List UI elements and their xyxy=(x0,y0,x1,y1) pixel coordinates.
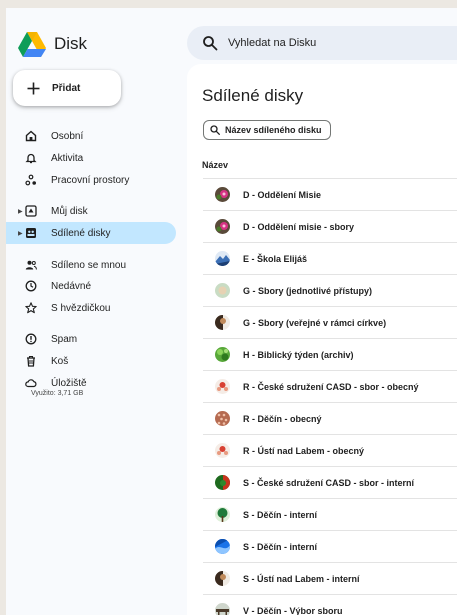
drive-name: R - Ústí nad Labem - obecný xyxy=(243,445,365,456)
table-row[interactable]: R - Ústí nad Labem - obecný xyxy=(203,434,457,466)
search-input[interactable] xyxy=(228,37,448,49)
drive-avatar-icon xyxy=(215,187,230,202)
table-row[interactable]: R - České sdružení CASD - sbor - obecný xyxy=(203,370,457,402)
sidebar-item-osobni[interactable]: Osobní xyxy=(6,125,176,147)
sidebar-item-label: S hvězdičkou xyxy=(51,302,111,314)
table-row[interactable]: E - Škola Elijáš xyxy=(203,242,457,274)
shared-drive-name-filter[interactable]: Název sdíleného disku xyxy=(203,120,331,140)
drive-name: D - Oddělení Misie xyxy=(243,189,322,200)
sidebar-item-label: Osobní xyxy=(51,130,84,142)
drive-avatar-icon xyxy=(215,251,230,266)
drive-avatar-icon xyxy=(215,507,230,522)
drive-name: S - Děčín - interní xyxy=(243,541,318,552)
trash-icon xyxy=(25,355,37,367)
drive-logo-icon xyxy=(18,31,46,57)
sidebar-item-sdileno-se-mnou[interactable]: Sdíleno se mnou xyxy=(6,254,176,276)
drive-name: S - Děčín - interní xyxy=(243,509,318,520)
shared-drive-list: D - Oddělení Misie D - Oddělení misie - … xyxy=(203,178,457,615)
sidebar-item-label: Koš xyxy=(51,355,69,367)
table-row[interactable]: S - Ústí nad Labem - interní xyxy=(203,562,457,594)
table-row[interactable]: D - Oddělení Misie xyxy=(203,178,457,210)
drive-avatar-icon xyxy=(215,443,230,458)
app-name: Disk xyxy=(54,34,88,53)
drive-name: R - České sdružení CASD - sbor - obecný xyxy=(243,381,419,392)
drive-avatar-icon xyxy=(215,315,230,330)
drive-name: E - Škola Elijáš xyxy=(243,253,308,264)
drive-avatar-icon xyxy=(215,411,230,426)
drive-name: G - Sbory (jednotlivé přístupy) xyxy=(243,285,373,296)
sidebar-item-aktivita[interactable]: Aktivita xyxy=(6,147,176,169)
drive-avatar-icon xyxy=(215,539,230,554)
drive-avatar-icon xyxy=(215,379,230,394)
clock-icon xyxy=(25,280,37,292)
shared-drives-icon xyxy=(25,227,37,239)
drive-avatar-icon xyxy=(215,219,230,234)
drive-avatar-icon xyxy=(215,283,230,298)
drive-name: R - Děčín - obecný xyxy=(243,413,322,424)
drive-app: Disk Přidat Osobní Aktivita Pracovní pro… xyxy=(6,8,457,615)
my-drive-icon xyxy=(25,205,37,217)
search-icon[interactable] xyxy=(202,35,218,51)
column-header-name[interactable]: Název xyxy=(202,160,228,170)
sidebar-item-s-hvezdickou[interactable]: S hvězdičkou xyxy=(6,297,176,319)
table-row[interactable]: H - Biblický týden (archiv) xyxy=(203,338,457,370)
sidebar-item-label: Pracovní prostory xyxy=(51,174,130,186)
storage-usage: Využito: 3,71 GB xyxy=(31,390,84,397)
table-row[interactable]: S - České sdružení CASD - sbor - interní xyxy=(203,466,457,498)
table-row[interactable]: R - Děčín - obecný xyxy=(203,402,457,434)
drive-avatar-icon xyxy=(215,347,230,362)
new-button-label: Přidat xyxy=(52,82,81,94)
drive-name: H - Biblický týden (archiv) xyxy=(243,349,354,360)
sidebar-item-label: Nedávné xyxy=(51,280,92,292)
spam-icon xyxy=(25,333,37,345)
sidebar-item-label: Aktivita xyxy=(51,152,84,164)
search-bar[interactable] xyxy=(187,26,457,60)
table-row[interactable]: G - Sbory (jednotlivé přístupy) xyxy=(203,274,457,306)
page-title: Sdílené disky xyxy=(202,86,304,105)
sidebar-item-muj-disk[interactable]: ▶ Můj disk xyxy=(6,200,176,222)
sidebar-item-label: Můj disk xyxy=(51,205,88,217)
sidebar-item-label: Spam xyxy=(51,333,78,345)
drive-name: S - České sdružení CASD - sbor - interní xyxy=(243,477,415,488)
cloud-icon xyxy=(25,377,37,389)
drive-avatar-icon xyxy=(215,475,230,490)
home-icon xyxy=(25,130,37,142)
table-row[interactable]: G - Sbory (veřejné v rámci církve) xyxy=(203,306,457,338)
plus-icon xyxy=(27,82,40,94)
filter-chip-label: Název sdíleného disku xyxy=(225,125,322,135)
sidebar-item-kos[interactable]: Koš xyxy=(6,350,176,372)
workspaces-icon xyxy=(25,174,37,186)
expand-caret-icon[interactable]: ▶ xyxy=(18,230,23,237)
drive-logo[interactable]: Disk xyxy=(18,30,87,58)
sidebar-item-pracovni-prostory[interactable]: Pracovní prostory xyxy=(6,169,176,191)
drive-name: V - Děčín - Výbor sboru xyxy=(243,605,343,615)
main-panel: Sdílené disky Název sdíleného disku Náze… xyxy=(187,64,457,615)
sidebar-item-label: Sdílené disky xyxy=(51,227,111,239)
bell-icon xyxy=(25,152,37,164)
table-row[interactable]: V - Děčín - Výbor sboru xyxy=(203,594,457,615)
new-button[interactable]: Přidat xyxy=(13,70,121,106)
expand-caret-icon[interactable]: ▶ xyxy=(18,208,23,215)
drive-name: G - Sbory (veřejné v rámci církve) xyxy=(243,317,387,328)
sidebar-item-label: Úložiště xyxy=(51,377,87,389)
star-icon xyxy=(25,302,37,314)
sidebar-item-nedavne[interactable]: Nedávné xyxy=(6,275,176,297)
sidebar-item-sdilene-disky[interactable]: ▶ Sdílené disky xyxy=(6,222,176,244)
drive-avatar-icon xyxy=(215,571,230,586)
table-row[interactable]: S - Děčín - interní xyxy=(203,498,457,530)
drive-name: D - Oddělení misie - sbory xyxy=(243,221,355,232)
drive-avatar-icon xyxy=(215,603,230,615)
people-icon xyxy=(25,259,37,271)
table-row[interactable]: D - Oddělení misie - sbory xyxy=(203,210,457,242)
drive-name: S - Ústí nad Labem - interní xyxy=(243,573,360,584)
search-icon xyxy=(210,125,220,135)
sidebar-item-label: Sdíleno se mnou xyxy=(51,259,127,271)
table-row[interactable]: S - Děčín - interní xyxy=(203,530,457,562)
sidebar-item-spam[interactable]: Spam xyxy=(6,328,176,350)
